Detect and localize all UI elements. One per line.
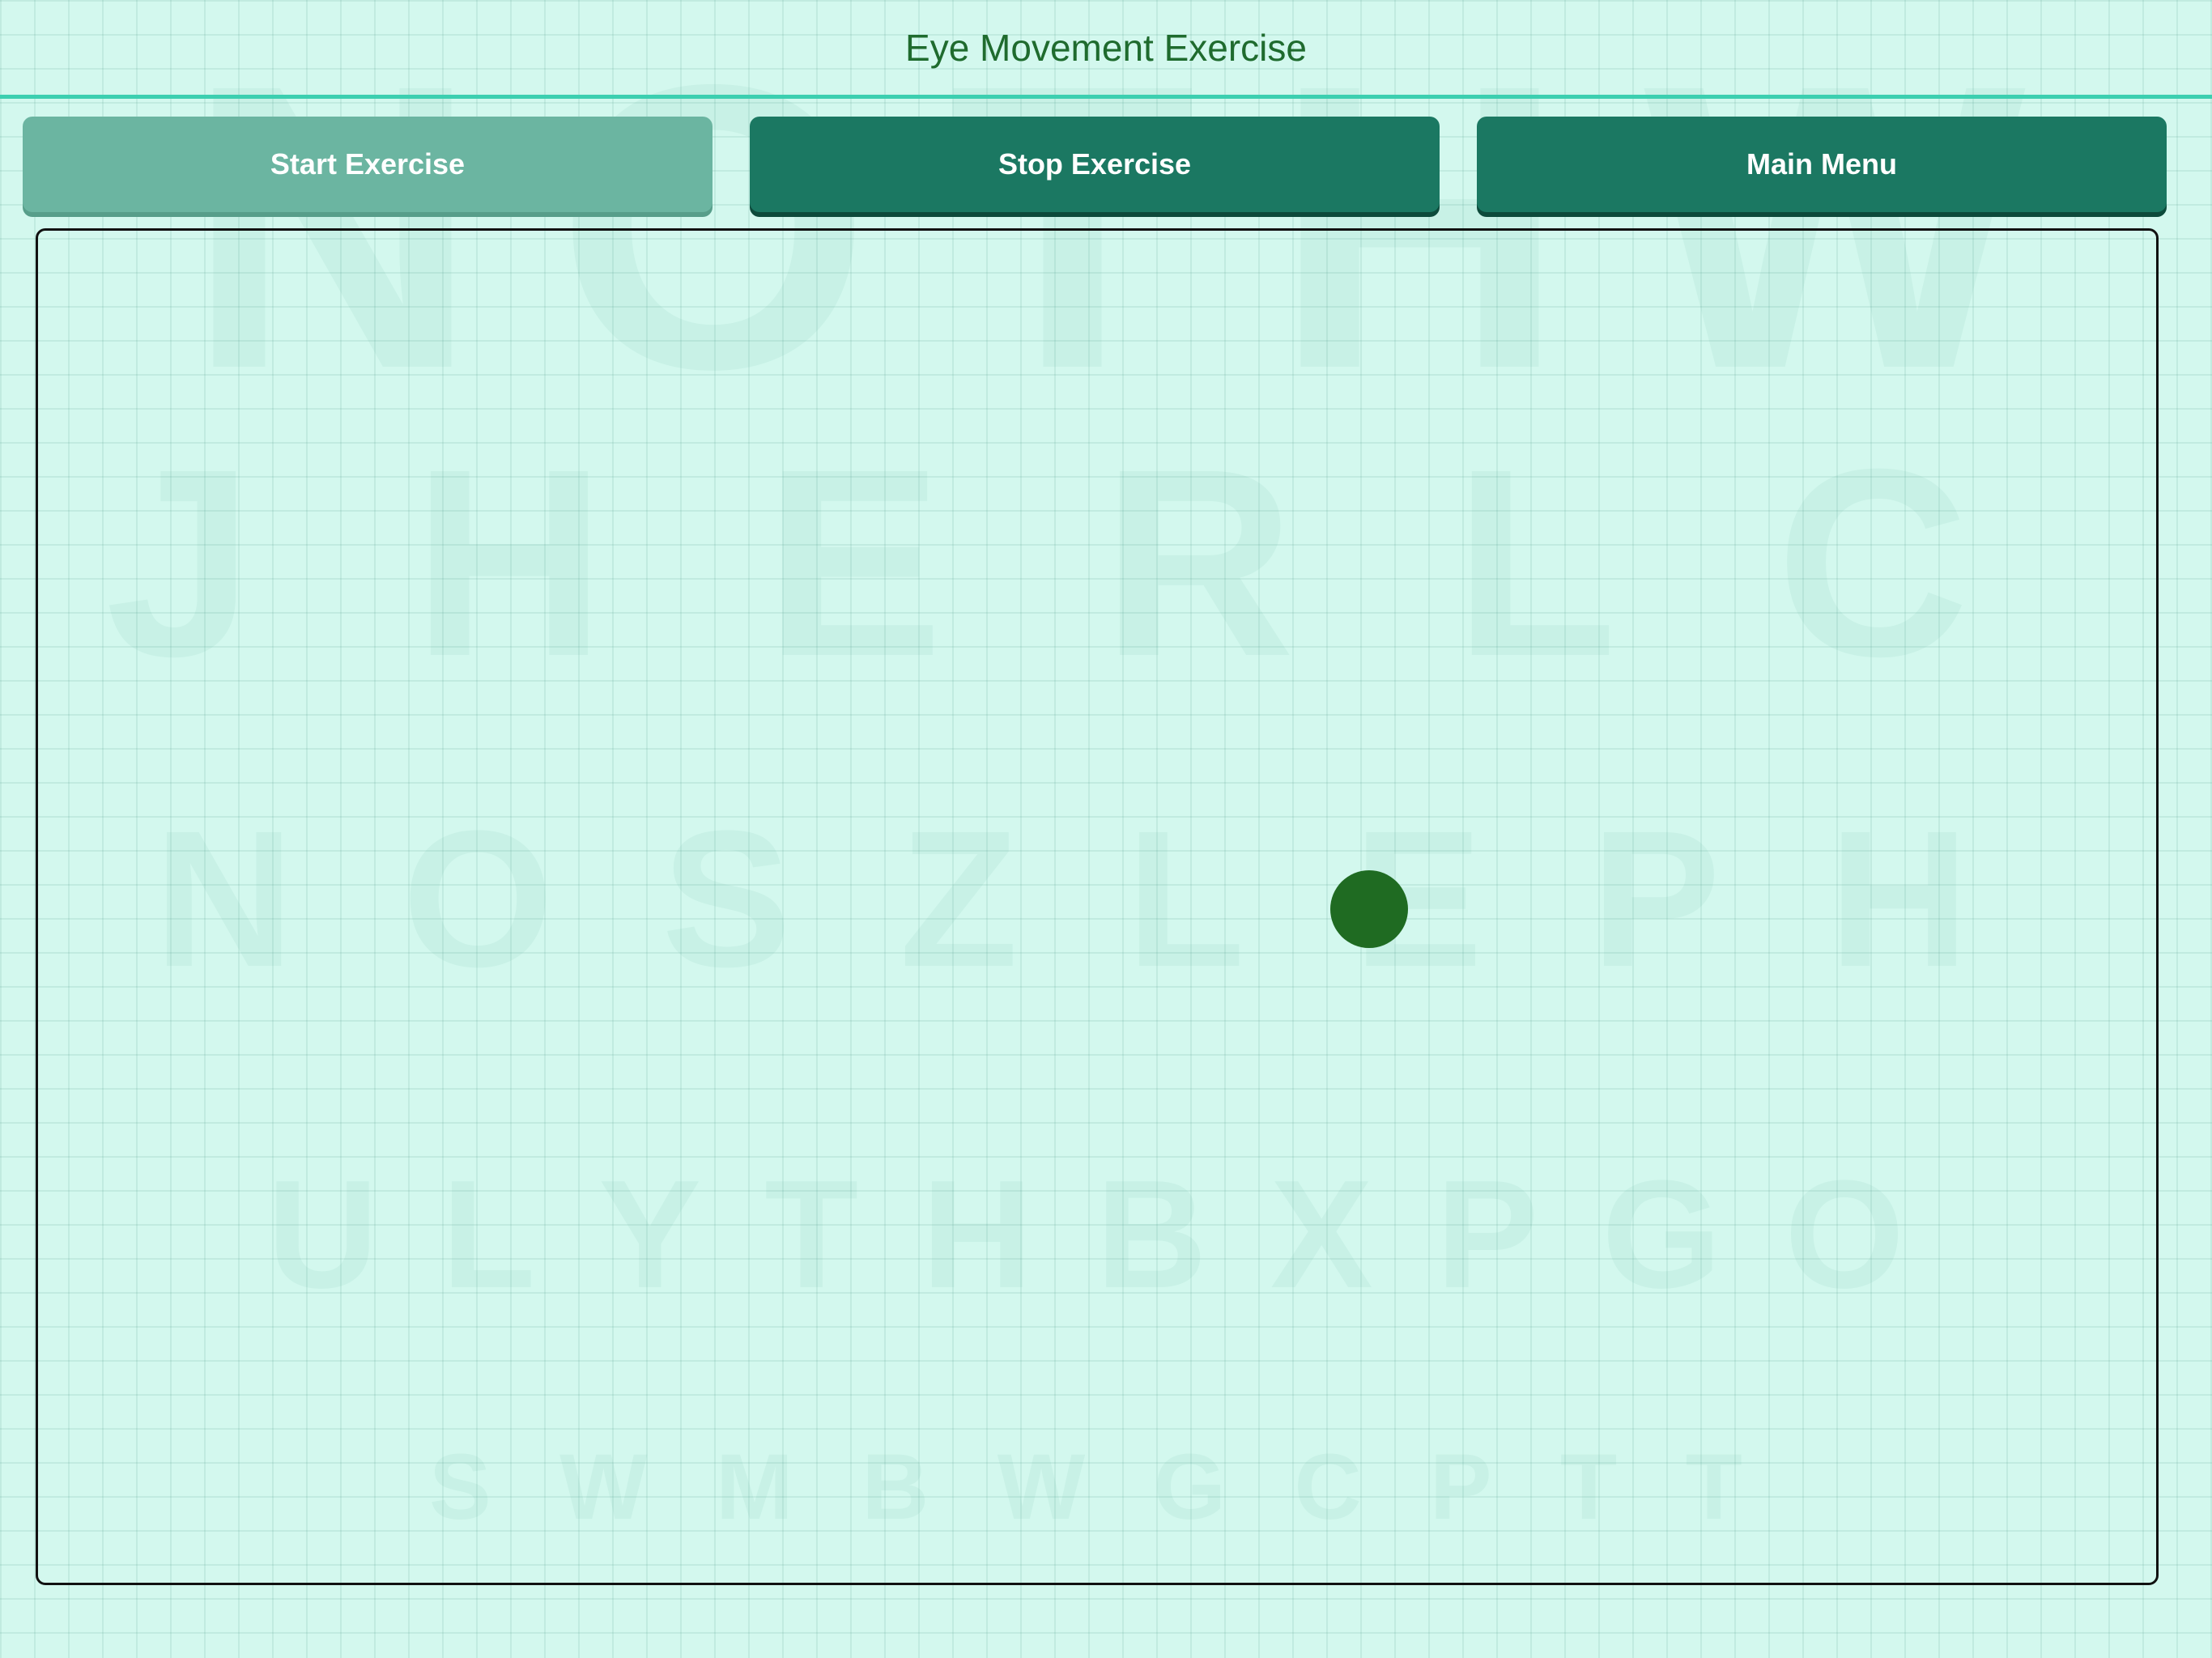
start-exercise-button[interactable]: Start Exercise [23, 117, 713, 212]
exercise-toolbar: Start Exercise Stop Exercise Main Menu [23, 117, 2167, 214]
stop-exercise-button[interactable]: Stop Exercise [750, 117, 1440, 212]
page-title: Eye Movement Exercise [905, 26, 1307, 69]
main-menu-button[interactable]: Main Menu [1477, 117, 2167, 212]
moving-target-dot [1330, 870, 1408, 948]
title-bar: Eye Movement Exercise [0, 0, 2212, 99]
exercise-area [36, 228, 2159, 1585]
